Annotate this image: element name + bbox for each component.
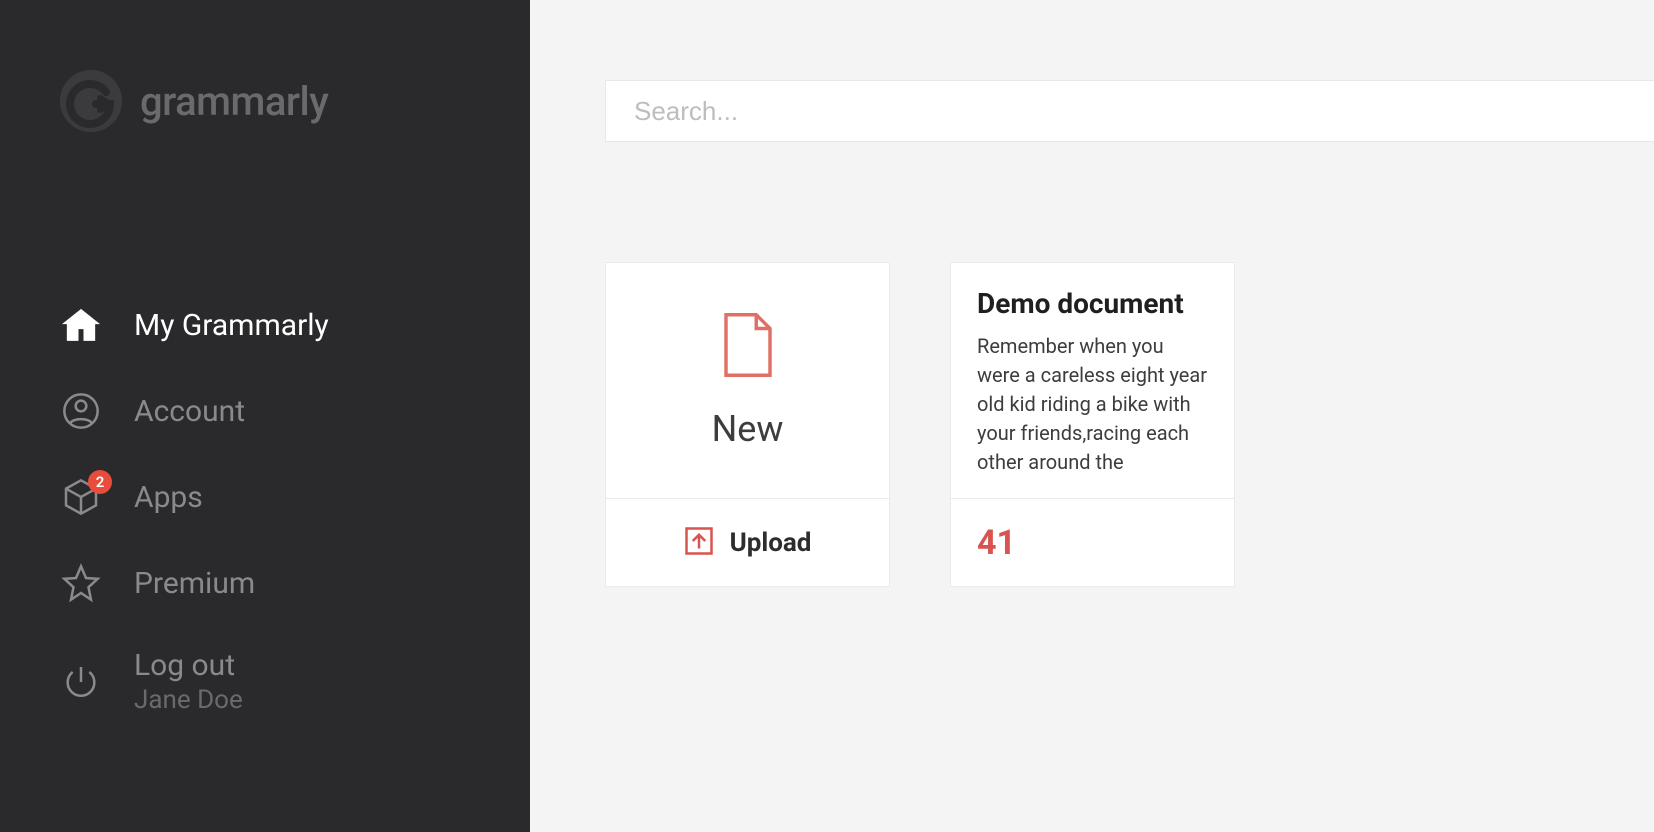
user-name: Jane Doe [134, 685, 243, 715]
upload-button[interactable]: Upload [606, 498, 889, 586]
new-label: New [712, 408, 784, 450]
brand-logo[interactable]: grammarly [60, 70, 530, 132]
sidebar-item-label: My Grammarly [134, 308, 329, 343]
open-document-button[interactable]: Demo document Remember when you were a c… [951, 263, 1234, 498]
upload-icon [684, 526, 714, 560]
user-circle-icon [60, 390, 102, 432]
star-icon [60, 562, 102, 604]
sidebar-item-label: Premium [134, 566, 255, 601]
sidebar-item-apps[interactable]: 2 Apps [60, 454, 530, 540]
sidebar-item-my-grammarly[interactable]: My Grammarly [60, 282, 530, 368]
main-content: New Upload Demo document Remember when y… [530, 0, 1654, 832]
new-document-card: New Upload [605, 262, 890, 587]
new-document-icon [720, 312, 776, 382]
document-issue-footer[interactable]: 41 [951, 498, 1234, 586]
sidebar: grammarly My Grammarly Account [0, 0, 530, 832]
home-icon [60, 304, 102, 346]
sidebar-item-account[interactable]: Account [60, 368, 530, 454]
sidebar-item-label: Account [134, 394, 245, 429]
apps-badge: 2 [88, 470, 112, 494]
cube-icon: 2 [60, 476, 102, 518]
sidebar-nav: My Grammarly Account 2 Apps [60, 282, 530, 737]
issue-count: 41 [977, 523, 1016, 563]
new-document-button[interactable]: New [606, 263, 889, 498]
upload-label: Upload [730, 528, 812, 558]
sidebar-item-label: Apps [134, 480, 203, 515]
sidebar-item-premium[interactable]: Premium [60, 540, 530, 626]
document-preview: Remember when you were a careless eight … [977, 332, 1208, 477]
grammarly-logo-icon [60, 70, 122, 132]
brand-name: grammarly [140, 78, 328, 125]
sidebar-item-logout[interactable]: Log out Jane Doe [60, 626, 530, 737]
sidebar-item-label: Log out [134, 648, 243, 683]
document-title: Demo document [977, 287, 1208, 320]
document-card: Demo document Remember when you were a c… [950, 262, 1235, 587]
power-icon [60, 661, 102, 703]
document-cards: New Upload Demo document Remember when y… [605, 262, 1654, 587]
search-input[interactable] [605, 80, 1654, 142]
